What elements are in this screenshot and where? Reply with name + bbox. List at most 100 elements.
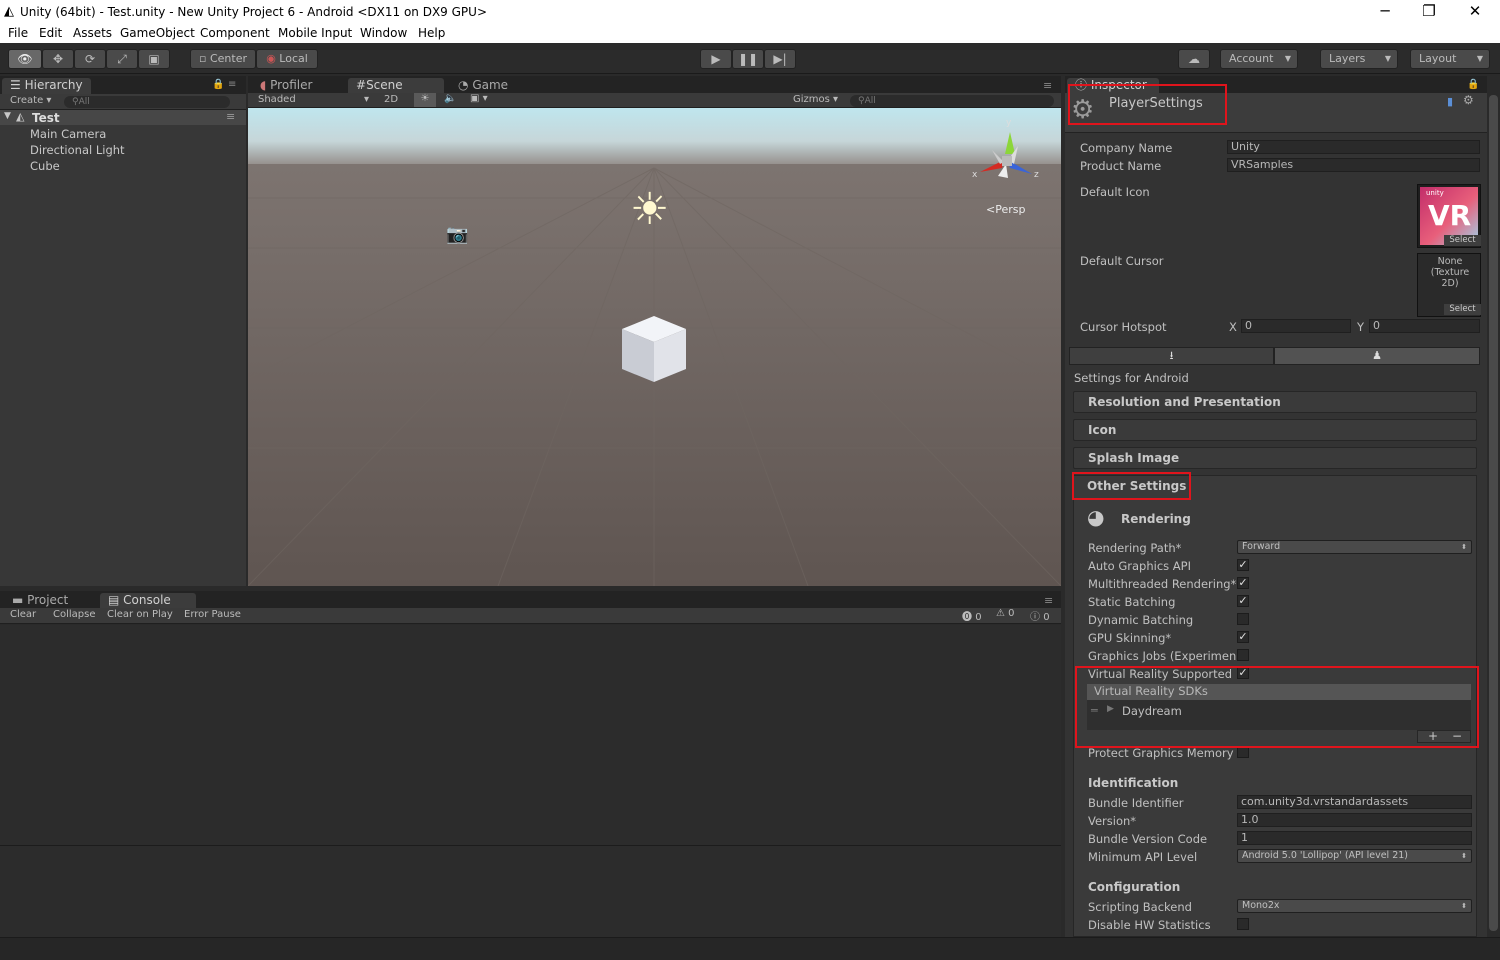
create-dropdown[interactable]: Create ▾: [10, 95, 51, 106]
collapse-button[interactable]: Collapse: [53, 609, 96, 620]
scale-tool-button[interactable]: ⤢: [106, 49, 138, 69]
menu-mobile-input[interactable]: Mobile Input: [278, 26, 352, 40]
default-cursor-slot[interactable]: None (Texture 2D) Select: [1417, 253, 1481, 317]
pause-button[interactable]: ❚❚: [732, 49, 764, 69]
scrollbar-thumb[interactable]: [1489, 95, 1498, 931]
scripting-backend-dropdown[interactable]: Mono2x ⬍: [1237, 899, 1472, 913]
rotate-tool-button[interactable]: ⟳: [74, 49, 106, 69]
settings-gear-icon[interactable]: ⚙: [1463, 93, 1474, 107]
layers-dropdown[interactable]: Layers ▼: [1320, 49, 1398, 69]
scene-effects-dropdown[interactable]: ▣ ▾: [470, 93, 488, 104]
company-name-field[interactable]: Unity: [1227, 140, 1480, 154]
scene-lighting-toggle[interactable]: ☀: [414, 93, 436, 107]
clear-on-play-button[interactable]: Clear on Play: [107, 609, 173, 620]
step-button[interactable]: ▶|: [764, 49, 796, 69]
rect-tool-button[interactable]: ▣: [138, 49, 170, 69]
bundle-version-code-field[interactable]: 1: [1237, 831, 1472, 845]
list-item[interactable]: Cube: [30, 159, 60, 173]
rendering-path-dropdown[interactable]: Forward ⬍: [1237, 540, 1472, 554]
panel-menu-icon[interactable]: ≡: [1043, 79, 1052, 92]
identification-header: Identification: [1088, 776, 1179, 790]
scene-row[interactable]: ▼ ◭ Test ≡: [0, 110, 246, 125]
warning-count-toggle[interactable]: ⚠ 0: [996, 608, 1015, 619]
tab-console[interactable]: ▤ Console: [100, 593, 196, 609]
move-tool-button[interactable]: ✥: [42, 49, 74, 69]
space-local-button[interactable]: ◉ Local: [256, 49, 318, 69]
graphics-jobs-checkbox[interactable]: [1237, 649, 1249, 661]
inspector-scrollbar[interactable]: [1487, 93, 1500, 937]
list-item[interactable]: Main Camera: [30, 127, 106, 141]
account-dropdown[interactable]: Account ▼: [1220, 49, 1298, 69]
bundle-identifier-field[interactable]: com.unity3d.vrstandardassets: [1237, 795, 1472, 809]
hotspot-x-field[interactable]: 0: [1241, 319, 1351, 333]
error-pause-button[interactable]: Error Pause: [184, 609, 241, 620]
panel-menu-icon[interactable]: ≡: [228, 79, 236, 90]
console-log-area[interactable]: [0, 625, 1061, 845]
auto-graphics-api-checkbox[interactable]: ✓: [1237, 559, 1249, 571]
layout-dropdown[interactable]: Layout ▼: [1410, 49, 1490, 69]
menu-assets[interactable]: Assets: [73, 26, 112, 40]
gizmos-dropdown[interactable]: Gizmos ▾: [793, 94, 838, 105]
close-button[interactable]: ✕: [1460, 2, 1490, 20]
default-icon-slot[interactable]: unity VR Select: [1417, 184, 1481, 248]
scene-search-input[interactable]: ⚲All: [850, 95, 1054, 107]
minimize-button[interactable]: ─: [1370, 2, 1400, 20]
platform-tab-standalone[interactable]: ⭳: [1069, 347, 1274, 365]
scene-viewport[interactable]: ☀ 📷 y x z <Persp: [248, 108, 1061, 586]
profiler-icon: ◖: [260, 78, 267, 92]
help-book-icon[interactable]: ▮: [1447, 95, 1453, 108]
list-icon: ☰: [10, 78, 21, 92]
panel-menu-icon[interactable]: ≡: [1044, 594, 1053, 607]
cube-object[interactable]: [622, 316, 686, 382]
dynamic-batching-checkbox[interactable]: [1237, 613, 1249, 625]
multithreaded-rendering-checkbox[interactable]: ✓: [1237, 577, 1249, 589]
orientation-gizmo[interactable]: y x z: [970, 118, 1040, 200]
menu-file[interactable]: File: [8, 26, 28, 40]
camera-icon[interactable]: 📷: [446, 224, 468, 245]
minimum-api-level-dropdown[interactable]: Android 5.0 'Lollipop' (API level 21) ⬍: [1237, 849, 1472, 863]
product-name-field[interactable]: VRSamples: [1227, 158, 1480, 172]
collab-cloud-button[interactable]: ☁: [1178, 49, 1210, 69]
select-icon-button[interactable]: Select: [1444, 235, 1481, 246]
directional-light-icon[interactable]: ☀: [630, 188, 669, 232]
tab-scene[interactable]: #Scene: [348, 78, 444, 94]
tab-project[interactable]: ▬ Project: [4, 593, 76, 609]
platform-tab-android[interactable]: ♟: [1274, 347, 1480, 365]
view-tool-button[interactable]: 👁: [8, 49, 42, 69]
lock-icon[interactable]: 🔒: [212, 79, 224, 90]
hotspot-y-field[interactable]: 0: [1369, 319, 1480, 333]
account-label: Account: [1229, 52, 1274, 65]
version-field[interactable]: 1.0: [1237, 813, 1472, 827]
menu-help[interactable]: Help: [418, 26, 445, 40]
disable-hw-statistics-checkbox[interactable]: [1237, 918, 1249, 930]
menu-window[interactable]: Window: [360, 26, 407, 40]
pivot-center-button[interactable]: ▫ Center: [190, 49, 256, 69]
section-resolution[interactable]: Resolution and Presentation: [1073, 391, 1477, 413]
shading-dropdown[interactable]: Shaded ▾: [258, 94, 369, 105]
scene-audio-toggle[interactable]: 🔈: [444, 93, 456, 104]
select-cursor-button[interactable]: Select: [1444, 304, 1481, 315]
projection-toggle[interactable]: <Persp: [986, 203, 1025, 216]
message-count-toggle[interactable]: ⓘ 0: [1030, 608, 1050, 623]
tab-game[interactable]: ◔ Game: [450, 78, 516, 94]
section-splash[interactable]: Splash Image: [1073, 447, 1477, 469]
tab-profiler[interactable]: ◖ Profiler: [252, 78, 320, 94]
console-detail-area[interactable]: [0, 846, 1061, 937]
hierarchy-search-input[interactable]: ⚲All: [64, 96, 230, 108]
restore-button[interactable]: ❐: [1414, 2, 1444, 20]
expand-arrow-icon[interactable]: ▼: [4, 111, 11, 121]
lock-icon[interactable]: 🔒: [1467, 79, 1479, 90]
menu-edit[interactable]: Edit: [39, 26, 62, 40]
clear-button[interactable]: Clear: [10, 609, 36, 620]
scene-menu-icon[interactable]: ≡: [226, 110, 235, 123]
tab-hierarchy[interactable]: ☰ Hierarchy: [2, 78, 91, 94]
list-item[interactable]: Directional Light: [30, 143, 125, 157]
static-batching-checkbox[interactable]: ✓: [1237, 595, 1249, 607]
gpu-skinning-checkbox[interactable]: ✓: [1237, 631, 1249, 643]
menu-gameobject[interactable]: GameObject: [120, 26, 195, 40]
mode-2d-toggle[interactable]: 2D: [384, 94, 398, 105]
error-count-toggle[interactable]: ⓿ 0: [962, 608, 982, 623]
play-button[interactable]: ▶: [700, 49, 732, 69]
section-icon[interactable]: Icon: [1073, 419, 1477, 441]
menu-component[interactable]: Component: [200, 26, 270, 40]
